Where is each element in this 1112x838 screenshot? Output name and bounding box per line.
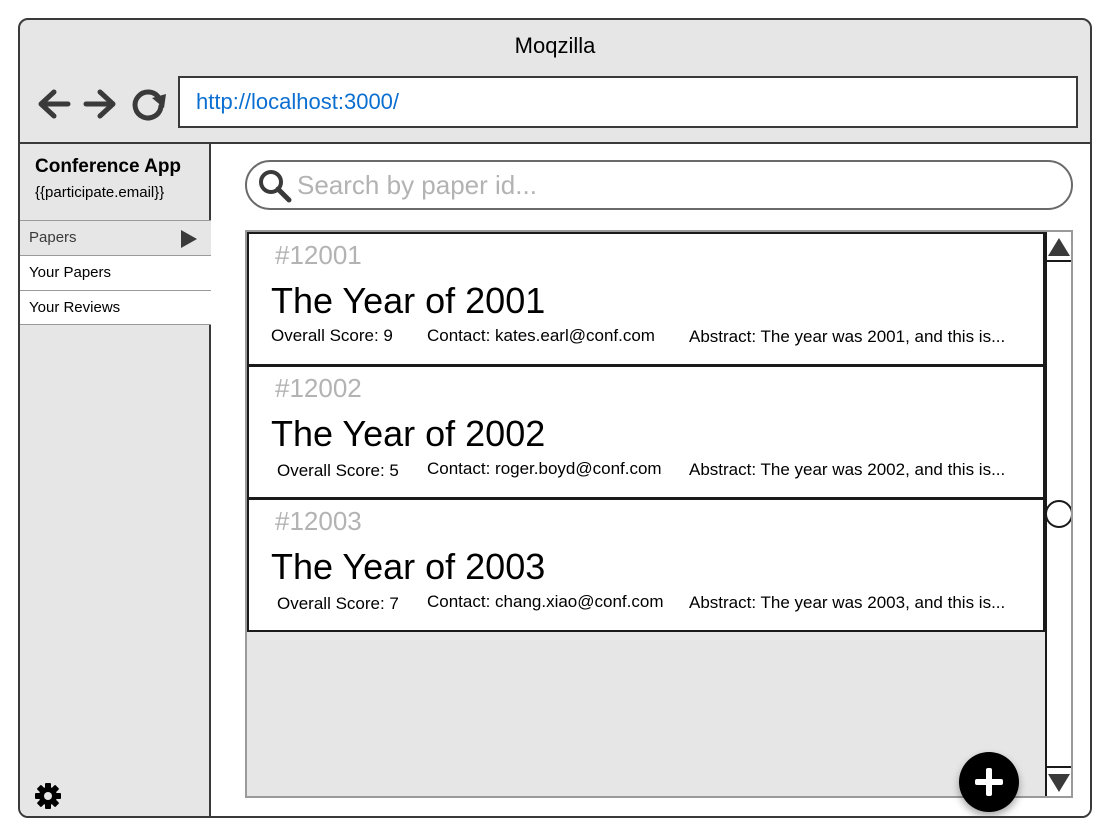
paper-contact: Contact: kates.earl@conf.com (427, 326, 655, 345)
add-paper-button[interactable] (959, 752, 1019, 812)
sidebar-item-papers[interactable]: Papers (20, 220, 211, 255)
browser-window: Moqzilla http://localhost:3000/ Conferen… (18, 18, 1092, 818)
url-input[interactable]: http://localhost:3000/ (178, 76, 1078, 128)
scrollbar[interactable] (1045, 232, 1071, 796)
window-title: Moqzilla (514, 33, 596, 58)
scroll-thumb[interactable] (1045, 500, 1071, 528)
sidebar-item-label: Your Reviews (29, 299, 121, 316)
triangle-down-icon (1048, 774, 1070, 792)
paper-id: #12003 (275, 506, 362, 536)
reload-icon[interactable] (128, 84, 168, 124)
paper-contact: Contact: chang.xiao@conf.com (427, 592, 664, 611)
main-content: Search by paper id... #12001 The Year of… (211, 144, 1090, 816)
paper-id: #12001 (275, 240, 362, 270)
paper-abstract: Abstract: The year was 2002, and this is… (689, 460, 1006, 479)
sidebar-menu: Papers Your Papers Your Reviews (20, 220, 211, 325)
paper-card[interactable]: #12003 The Year of 2003 Overall Score: 7… (247, 498, 1045, 632)
paper-contact: Contact: roger.boyd@conf.com (427, 459, 662, 478)
search-icon (257, 168, 293, 204)
arrow-right-icon[interactable] (80, 84, 120, 124)
arrow-left-icon[interactable] (34, 84, 74, 124)
paper-title: The Year of 2003 (271, 546, 546, 587)
triangle-up-icon (1048, 238, 1070, 256)
paper-score: Overall Score: 5 (277, 461, 399, 480)
triangle-right-icon[interactable] (181, 230, 197, 248)
paper-score: Overall Score: 9 (271, 326, 393, 345)
paper-abstract: Abstract: The year was 2001, and this is… (689, 327, 1006, 346)
paper-title: The Year of 2002 (271, 413, 546, 454)
scroll-down-button[interactable] (1047, 766, 1071, 796)
sidebar: Conference App {{participate.email}} Pap… (20, 144, 211, 816)
search-placeholder: Search by paper id... (297, 170, 537, 200)
gear-icon[interactable] (34, 782, 62, 810)
sidebar-item-label: Your Papers (29, 264, 112, 281)
sidebar-item-label: Papers (29, 229, 77, 246)
user-email: {{participate.email}} (35, 184, 165, 201)
browser-navbar: http://localhost:3000/ (20, 68, 1090, 144)
sidebar-item-your-reviews[interactable]: Your Reviews (20, 290, 211, 325)
search-input[interactable]: Search by paper id... (245, 160, 1073, 210)
paper-card[interactable]: #12002 The Year of 2002 Overall Score: 5… (247, 365, 1045, 499)
scroll-up-button[interactable] (1047, 232, 1071, 262)
paper-card[interactable]: #12001 The Year of 2001 Overall Score: 9… (247, 232, 1045, 366)
app-title: Conference App (35, 156, 182, 177)
paper-id: #12002 (275, 373, 362, 403)
sidebar-item-your-papers[interactable]: Your Papers (20, 255, 211, 290)
paper-list: #12001 The Year of 2001 Overall Score: 9… (245, 230, 1073, 798)
paper-title: The Year of 2001 (271, 280, 546, 321)
paper-abstract: Abstract: The year was 2003, and this is… (689, 593, 1006, 612)
paper-score: Overall Score: 7 (277, 594, 399, 613)
